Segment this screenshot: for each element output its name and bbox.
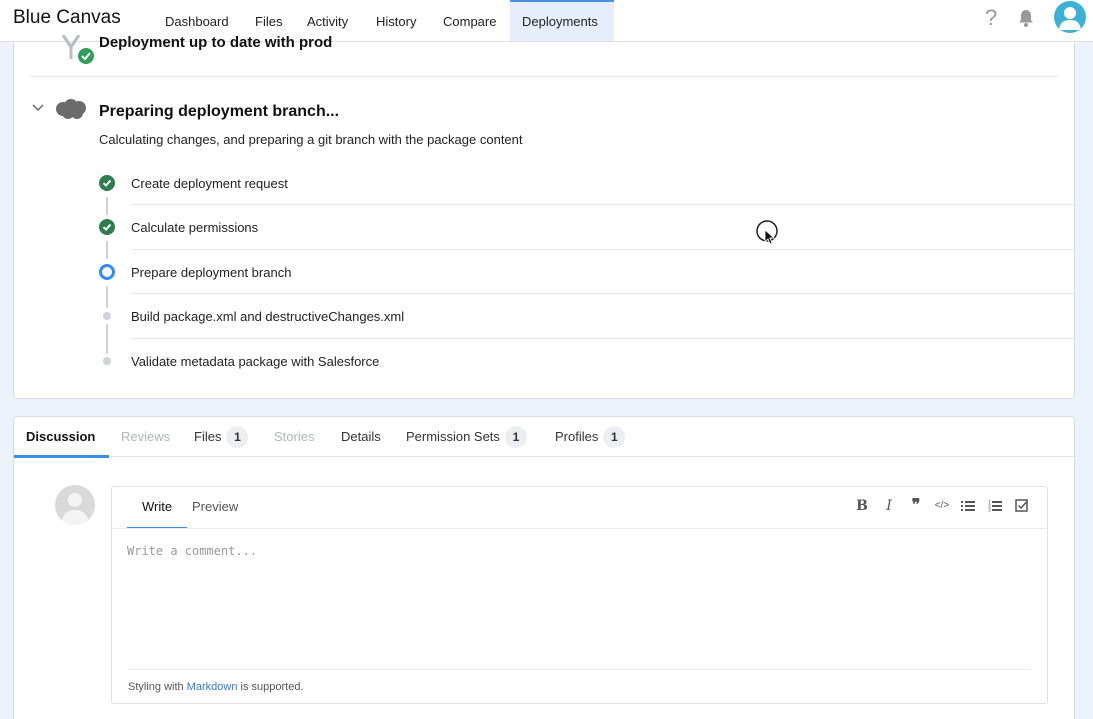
markdown-note-prefix: Styling with bbox=[128, 681, 184, 693]
step-label: Prepare deployment branch bbox=[131, 265, 292, 280]
bullet-list-icon[interactable] bbox=[961, 499, 975, 513]
divider bbox=[128, 669, 1031, 670]
count-badge: 1 bbox=[603, 426, 626, 448]
help-icon[interactable]: ? bbox=[985, 5, 997, 31]
editor-tab-preview[interactable]: Preview bbox=[177, 487, 253, 529]
deployment-status-card: Deployment up to date with prod Preparin… bbox=[13, 34, 1076, 399]
brand-logo[interactable]: Blue Canvas bbox=[13, 7, 121, 29]
tab-details[interactable]: Details bbox=[329, 417, 393, 457]
preparing-title: Preparing deployment branch... bbox=[99, 103, 340, 120]
count-badge: 1 bbox=[504, 426, 527, 448]
quote-icon[interactable]: ❞ bbox=[907, 497, 925, 515]
pending-dot-icon bbox=[103, 357, 111, 365]
details-tabs: Discussion Reviews Files 1 Stories Detail… bbox=[14, 417, 1074, 458]
code-icon[interactable]: </> bbox=[933, 497, 951, 515]
mouse-cursor-icon bbox=[756, 220, 778, 245]
nav-tab-history[interactable]: History bbox=[364, 0, 428, 41]
tab-profiles[interactable]: Profiles 1 bbox=[543, 417, 637, 457]
step-label: Build package.xml and destructiveChanges… bbox=[131, 309, 405, 324]
nav-tab-compare[interactable]: Compare bbox=[431, 0, 508, 41]
chevron-down-icon[interactable] bbox=[32, 102, 44, 114]
step-label: Validate metadata package with Salesforc… bbox=[131, 354, 380, 369]
step-item: Build package.xml and destructiveChanges… bbox=[99, 302, 1059, 346]
step-label: Create deployment request bbox=[131, 176, 288, 191]
salesforce-cloud-icon bbox=[56, 99, 86, 119]
step-item: Prepare deployment branch bbox=[99, 258, 1059, 302]
nav-tab-deployments[interactable]: Deployments bbox=[510, 0, 614, 41]
uptodate-title: Deployment up to date with prod bbox=[99, 34, 333, 51]
tab-permission-sets[interactable]: Permission Sets 1 bbox=[394, 417, 539, 457]
comment-input[interactable] bbox=[127, 541, 1027, 561]
divider bbox=[131, 249, 1076, 250]
italic-icon[interactable]: I bbox=[880, 497, 898, 515]
step-item: Validate metadata package with Salesforc… bbox=[99, 347, 1059, 391]
divider bbox=[131, 293, 1076, 294]
check-circle-icon bbox=[99, 175, 115, 191]
pending-dot-icon bbox=[103, 312, 111, 320]
tab-profiles-label: Profiles bbox=[555, 429, 599, 444]
tab-files-label: Files bbox=[194, 429, 222, 444]
divider bbox=[112, 528, 1047, 529]
tab-discussion[interactable]: Discussion bbox=[14, 417, 109, 458]
deployment-details-card: Discussion Reviews Files 1 Stories Detail… bbox=[13, 416, 1075, 719]
commenter-avatar-icon bbox=[55, 485, 95, 525]
preparing-subtitle: Calculating changes, and preparing a git… bbox=[99, 132, 523, 147]
bold-icon[interactable]: B bbox=[853, 497, 871, 515]
tab-files[interactable]: Files 1 bbox=[182, 417, 260, 457]
step-label: Calculate permissions bbox=[131, 220, 259, 235]
markdown-note: Styling with Markdown is supported. bbox=[128, 681, 304, 693]
divider bbox=[131, 338, 1076, 339]
divider bbox=[30, 76, 1058, 77]
tab-stories[interactable]: Stories bbox=[262, 417, 326, 457]
svg-text:3: 3 bbox=[988, 508, 991, 514]
step-item: Calculate permissions bbox=[99, 213, 1059, 257]
tab-permission-sets-label: Permission Sets bbox=[406, 429, 500, 444]
divider bbox=[131, 204, 1076, 205]
step-item: Create deployment request bbox=[99, 169, 1059, 213]
in-progress-icon bbox=[99, 264, 115, 280]
check-circle-icon bbox=[99, 219, 115, 235]
bell-icon[interactable] bbox=[1016, 8, 1036, 28]
count-badge: 1 bbox=[226, 426, 249, 448]
comment-editor: Write Preview B I ❞ </> 1 2 3 Styling wi… bbox=[111, 486, 1048, 704]
user-avatar-icon[interactable] bbox=[1054, 1, 1086, 33]
tab-reviews[interactable]: Reviews bbox=[109, 417, 182, 457]
numbered-list-icon[interactable]: 1 2 3 bbox=[988, 499, 1002, 513]
markdown-link[interactable]: Markdown bbox=[187, 681, 238, 693]
markdown-note-suffix: is supported. bbox=[240, 681, 304, 693]
task-list-icon[interactable] bbox=[1015, 499, 1029, 513]
merge-success-icon bbox=[61, 35, 94, 64]
